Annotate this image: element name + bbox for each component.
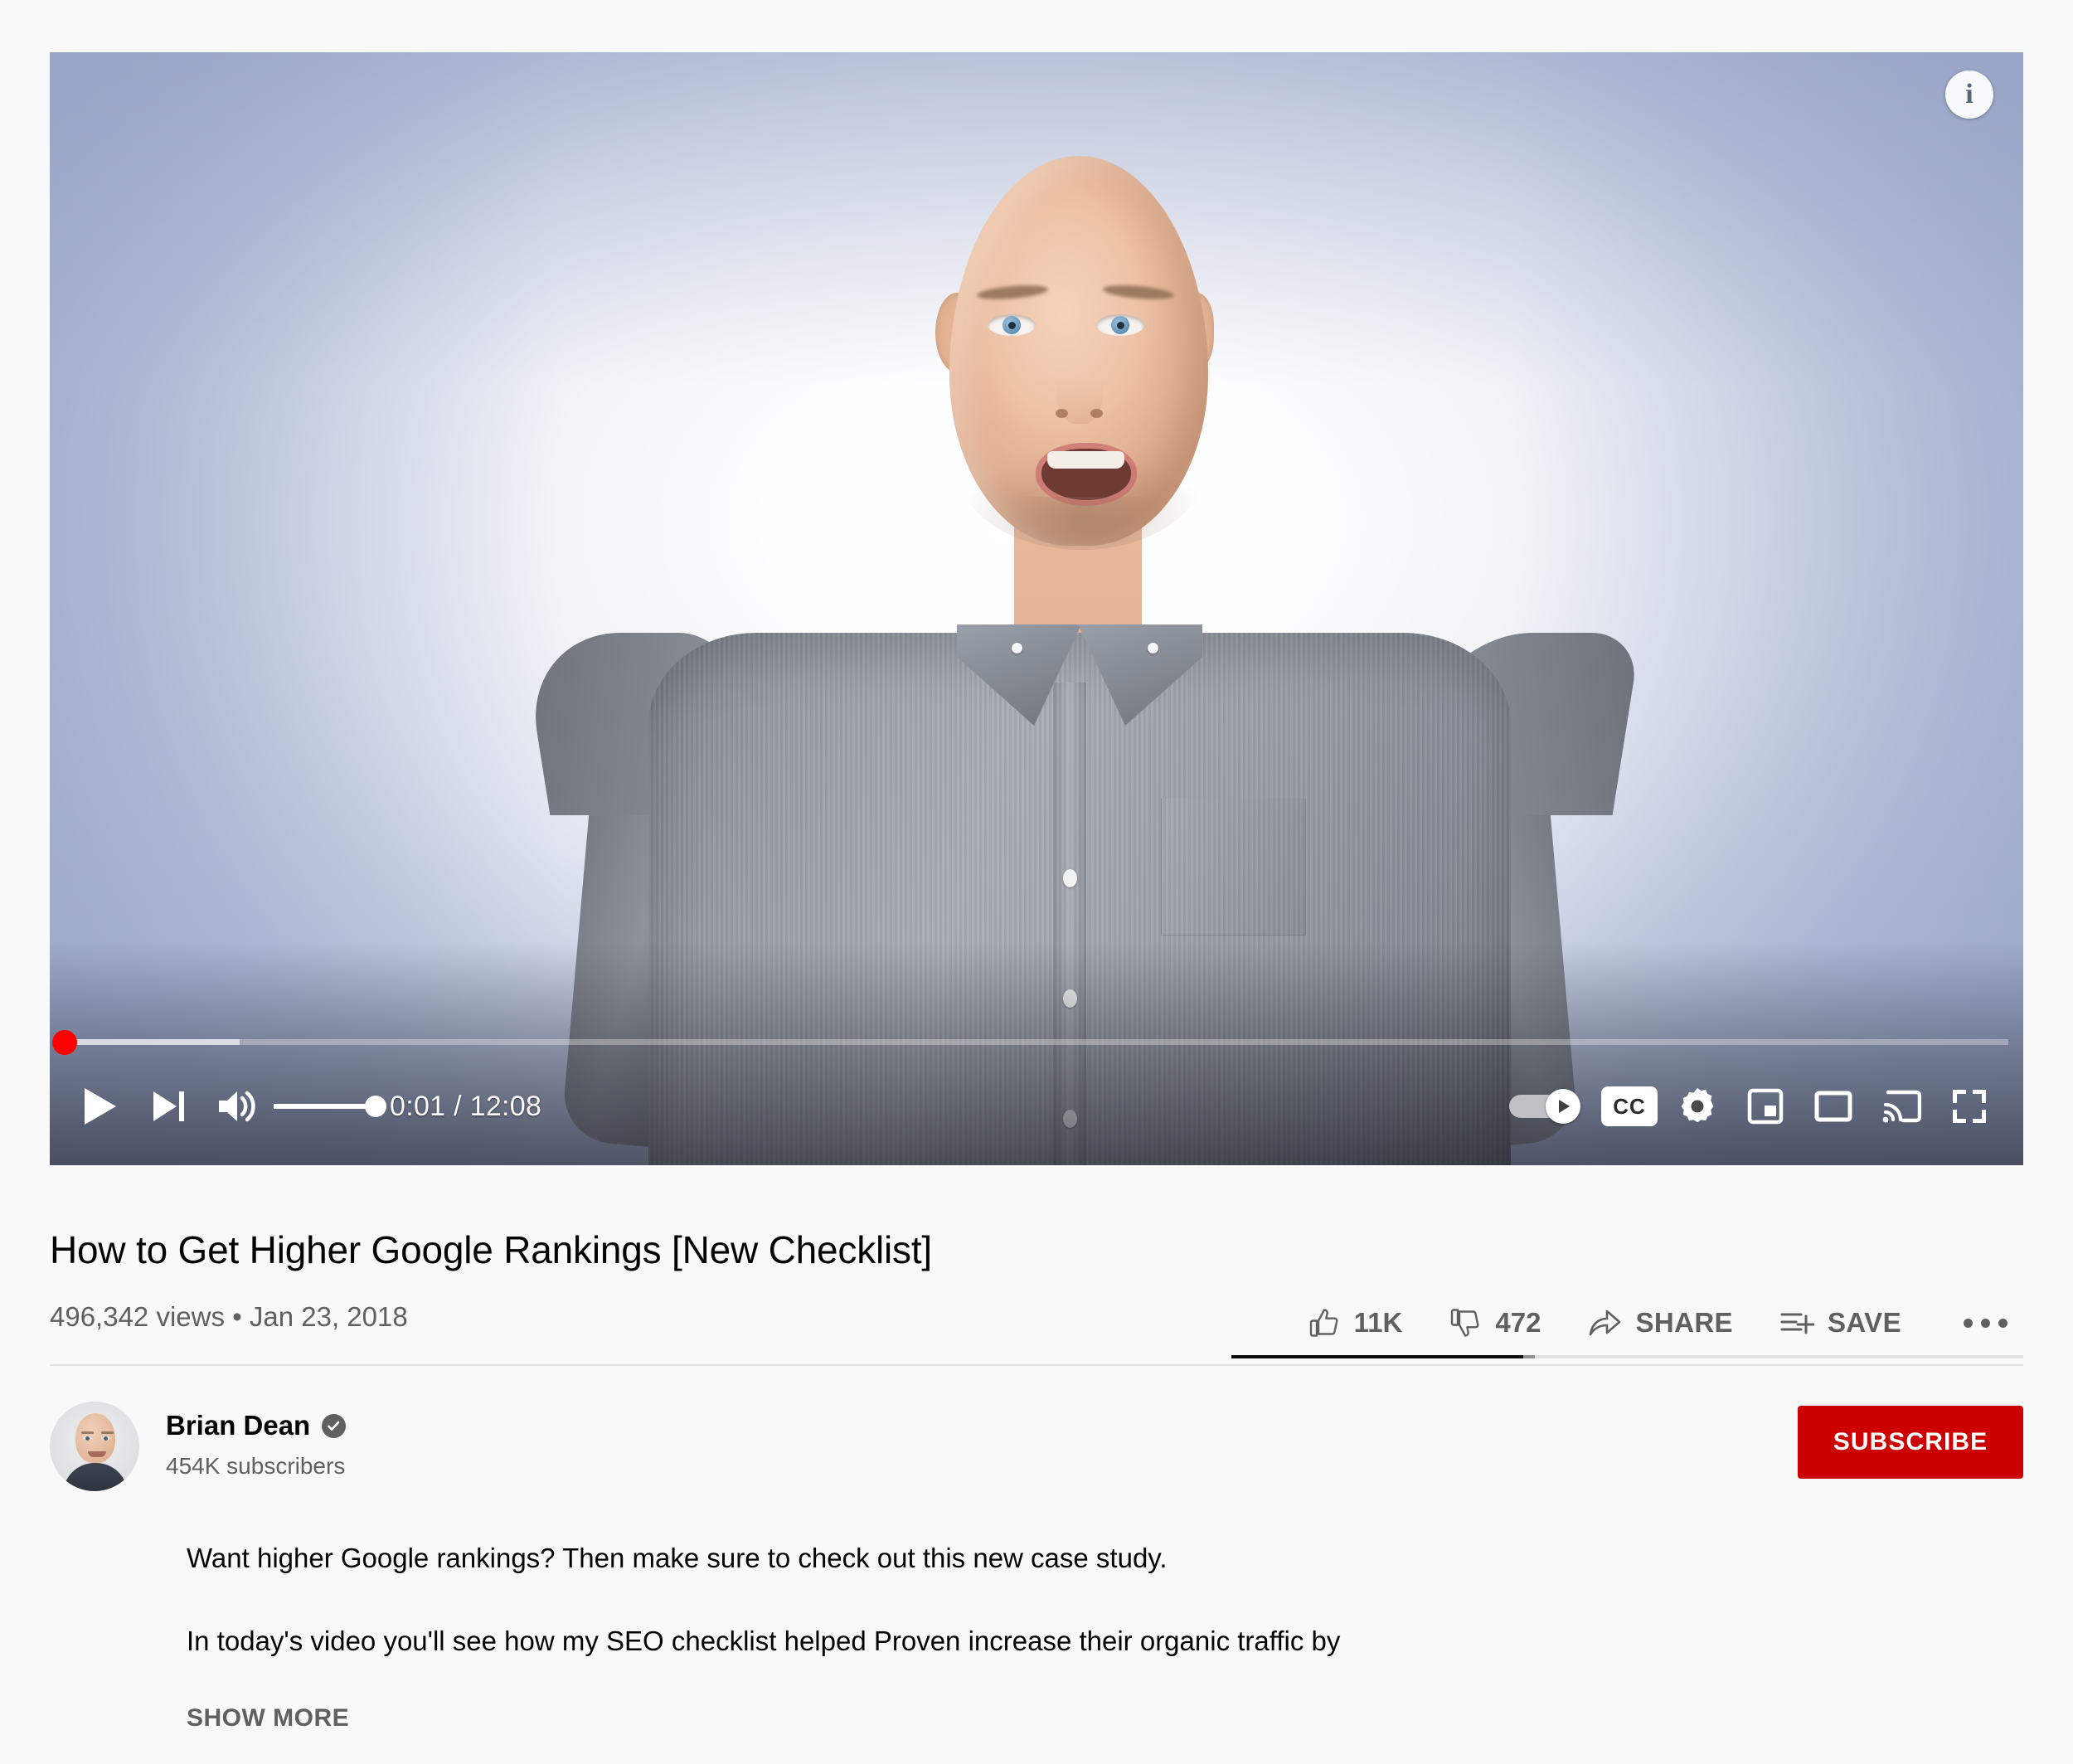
dot	[1998, 1318, 2007, 1328]
section-divider	[50, 1364, 2023, 1366]
time-display: 0:01 / 12:08	[390, 1090, 542, 1122]
dot	[1981, 1318, 1990, 1328]
subject-chin-shadow	[1003, 497, 1161, 548]
player-controls: 0:01 / 12:08 CC	[50, 1008, 2023, 1165]
shirt-pocket	[1161, 799, 1306, 935]
channel-name: Brian Dean	[166, 1410, 311, 1441]
miniplayer-icon[interactable]	[1731, 1072, 1799, 1140]
avatar-eyebrow	[101, 1431, 114, 1434]
share-label: SHARE	[1635, 1307, 1733, 1338]
collar-button	[1148, 643, 1158, 654]
avatar-pupil	[104, 1436, 108, 1441]
show-more-button[interactable]: SHOW MORE	[187, 1704, 1845, 1732]
avatar-mouth	[88, 1451, 106, 1457]
subscriber-count: 454K subscribers	[166, 1453, 346, 1479]
next-video-button[interactable]	[134, 1072, 202, 1140]
volume-knob[interactable]	[365, 1096, 386, 1117]
progress-scrubber[interactable]	[52, 1029, 77, 1055]
description-paragraph: In today's video you'll see how my SEO c…	[187, 1625, 1341, 1656]
dislike-button[interactable]: 472	[1449, 1296, 1541, 1349]
autoplay-knob	[1546, 1089, 1580, 1124]
subscribe-button[interactable]: SUBSCRIBE	[1798, 1406, 2023, 1479]
share-arrow-icon	[1587, 1306, 1622, 1339]
progress-loaded	[65, 1039, 240, 1045]
save-playlist-icon	[1779, 1308, 1814, 1338]
save-button[interactable]: SAVE	[1779, 1296, 1901, 1349]
dislike-count: 472	[1495, 1307, 1541, 1338]
settings-gear-icon[interactable]	[1663, 1072, 1731, 1140]
publish-date: Jan 23, 2018	[249, 1301, 408, 1332]
subject-right-pupil	[1117, 322, 1124, 329]
thumbs-up-icon	[1308, 1306, 1341, 1339]
description-paragraph: Want higher Google rankings? Then make s…	[187, 1543, 1168, 1573]
progress-track	[65, 1039, 2008, 1045]
shirt-button	[1063, 869, 1077, 887]
avatar-pupil	[85, 1436, 90, 1441]
subject-teeth	[1047, 451, 1124, 469]
video-subject	[50, 52, 2023, 1165]
video-description: Want higher Google rankings? Then make s…	[187, 1538, 1845, 1732]
meta-separator: •	[232, 1301, 242, 1332]
like-ratio-divider	[1523, 1355, 1535, 1358]
subtitles-cc-button[interactable]: CC	[1595, 1072, 1663, 1140]
like-count: 11K	[1353, 1307, 1403, 1338]
more-actions-icon[interactable]	[1948, 1318, 2023, 1328]
fullscreen-icon[interactable]	[1935, 1072, 2003, 1140]
cc-icon: CC	[1601, 1086, 1658, 1126]
verified-badge-icon	[322, 1413, 347, 1438]
save-label: SAVE	[1827, 1307, 1901, 1338]
video-actions: 11K 472 SHARE SAVE	[1308, 1296, 2023, 1349]
info-card-icon[interactable]: i	[1945, 70, 1993, 119]
volume-fill	[274, 1104, 373, 1109]
thumbs-down-icon	[1449, 1306, 1482, 1339]
page-title: How to Get Higher Google Rankings [New C…	[50, 1228, 932, 1271]
subject-left-pupil	[1008, 322, 1016, 329]
play-button[interactable]	[66, 1072, 134, 1140]
cast-icon[interactable]	[1867, 1072, 1935, 1140]
view-count: 496,342 views	[50, 1301, 225, 1332]
video-meta-row: 496,342 views • Jan 23, 2018 11K 472 SHA…	[50, 1296, 2023, 1371]
share-button[interactable]: SHARE	[1587, 1296, 1733, 1349]
subject-nostril	[1090, 409, 1103, 418]
subject-nostril	[1056, 409, 1068, 418]
youtube-watch-page: i 0:01 / 12:08 CC How to Get Higher Goog…	[0, 0, 2073, 1764]
collar-button	[1012, 643, 1022, 654]
progress-bar[interactable]	[52, 1029, 2008, 1055]
volume-icon[interactable]	[202, 1072, 270, 1140]
like-button[interactable]: 11K	[1308, 1296, 1403, 1349]
like-ratio-fill	[1231, 1355, 1523, 1358]
autoplay-toggle[interactable]	[1509, 1089, 1580, 1124]
avatar[interactable]	[50, 1402, 139, 1491]
volume-track	[274, 1096, 386, 1117]
channel-link[interactable]: Brian Dean	[166, 1410, 347, 1441]
theater-mode-icon[interactable]	[1799, 1072, 1867, 1140]
views-and-date: 496,342 views • Jan 23, 2018	[50, 1301, 408, 1333]
avatar-eyebrow	[81, 1431, 94, 1434]
volume-slider[interactable]	[274, 1090, 386, 1123]
shirt-button	[1063, 989, 1077, 1008]
dot	[1964, 1318, 1973, 1328]
channel-row: Brian Dean 454K subscribers SUBSCRIBE	[50, 1402, 2023, 1501]
like-ratio-bar	[1231, 1355, 2023, 1358]
video-player[interactable]: i 0:01 / 12:08 CC	[50, 52, 2023, 1165]
